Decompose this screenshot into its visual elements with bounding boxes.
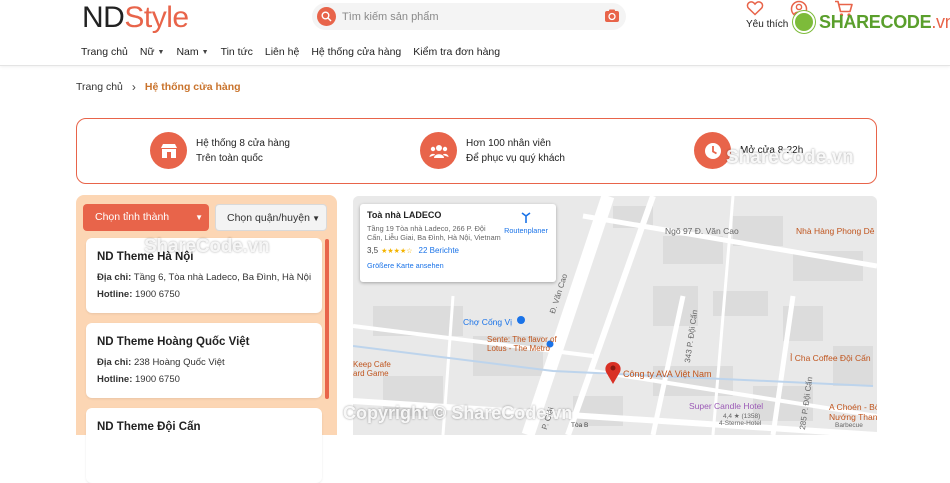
chevron-right-icon: › bbox=[131, 80, 136, 94]
sharecode-watermark-logo: SHARECODE.vn bbox=[793, 11, 950, 33]
feature-title: Hệ thống 8 cửa hàng bbox=[196, 137, 290, 149]
map-label: Keep Cafe bbox=[353, 360, 391, 369]
place-address: Tầng 19 Tòa nhà Ladeco, 266 P. Đội Cấn, … bbox=[367, 224, 501, 242]
search-input[interactable] bbox=[342, 8, 592, 25]
directions-icon bbox=[521, 212, 531, 223]
feature-stores: Hệ thống 8 cửa hàng Trên toàn quốc bbox=[150, 132, 290, 169]
place-rating: 3,5 ★★★★☆ 22 Berichte bbox=[367, 246, 459, 255]
store-name: ND Theme Đội Cấn bbox=[97, 421, 201, 433]
chevron-down-icon: ▼ bbox=[312, 214, 320, 223]
map-place-card: Toà nhà LADECO Tầng 19 Tòa nhà Ladeco, 2… bbox=[360, 204, 556, 282]
feature-staff: Hơn 100 nhân viên Để phục vụ quý khách bbox=[420, 132, 565, 169]
store-icon bbox=[150, 132, 187, 169]
map-label: Nhà Hàng Phong Dê bbox=[796, 226, 875, 236]
breadcrumb-home[interactable]: Trang chủ bbox=[76, 81, 123, 93]
people-icon bbox=[420, 132, 457, 169]
watermark-text-left: ShareCode.vn bbox=[144, 236, 270, 257]
map-label: Barbecue bbox=[835, 422, 863, 429]
store-list-scrollbar[interactable] bbox=[325, 239, 329, 399]
breadcrumb-current: Hệ thống cửa hàng bbox=[144, 81, 241, 93]
breadcrumb: Trang chủ › Hệ thống cửa hàng bbox=[76, 80, 241, 94]
nav-item-order-check[interactable]: Kiểm tra đơn hàng bbox=[413, 46, 500, 58]
heart-icon bbox=[746, 1, 764, 16]
chevron-down-icon: ▼ bbox=[157, 48, 165, 56]
store-card[interactable]: ND Theme Hoàng Quốc Việt Địa chỉ: 238 Ho… bbox=[86, 323, 322, 398]
store-map[interactable]: Ngõ 97 Đ. Văn Cao Nhà Hàng Phong Dê Chợ … bbox=[353, 196, 877, 435]
nav-item-news[interactable]: Tin tức bbox=[221, 46, 253, 58]
nav-item-men[interactable]: Nam ▼ bbox=[176, 46, 208, 58]
larger-map-link[interactable]: Größere Karte ansehen bbox=[367, 261, 556, 270]
province-select[interactable]: Chọn tỉnh thành ▼ bbox=[83, 204, 209, 231]
search-bar bbox=[312, 3, 626, 30]
watermark-brand: SHARECODE bbox=[819, 11, 932, 32]
store-name: ND Theme Hoàng Quốc Việt bbox=[97, 336, 250, 348]
feature-title: Hơn 100 nhân viên bbox=[466, 137, 551, 149]
place-reviews-link[interactable]: 22 Berichte bbox=[419, 246, 459, 255]
district-select[interactable]: Chọn quận/huyện ▼ bbox=[215, 204, 327, 231]
search-icon[interactable] bbox=[317, 7, 336, 26]
watermark-brand-suffix: .vn bbox=[931, 11, 950, 32]
map-label: Ỉ Cha Coffee Đội Cấn bbox=[790, 353, 871, 363]
chevron-down-icon: ▼ bbox=[195, 213, 203, 222]
store-hotline: Hotline: 1900 6750 bbox=[97, 289, 180, 300]
nav-item-stores[interactable]: Hệ thống cửa hàng bbox=[311, 46, 401, 58]
main-nav: Trang chủ Nữ ▼ Nam ▼ Tin tức Liên hệ Hệ th… bbox=[81, 46, 512, 58]
feature-subtitle: Trên toàn quốc bbox=[196, 152, 263, 164]
map-label: Tòa B bbox=[571, 422, 589, 429]
nav-item-women[interactable]: Nữ ▼ bbox=[140, 46, 165, 58]
watermark-text-right: ShareCode.vn bbox=[726, 147, 854, 168]
logo-text-nd: ND bbox=[82, 1, 125, 34]
nav-item-home[interactable]: Trang chủ bbox=[81, 46, 128, 58]
map-label: A Choén - Bò bbox=[829, 402, 877, 412]
map-label: Super Candle Hotel bbox=[689, 401, 764, 411]
star-rating-icon: ★★★★☆ bbox=[381, 248, 413, 255]
site-header: NDStyle Yêu thích SHARECODE.vn Trang chủ… bbox=[0, 0, 950, 66]
store-address: Địa chỉ: 238 Hoàng Quốc Việt bbox=[97, 357, 225, 368]
metro-station-icon bbox=[517, 316, 525, 324]
map-label: Nướng Than bbox=[829, 412, 877, 422]
nav-item-contact[interactable]: Liên hệ bbox=[265, 46, 299, 58]
store-list-panel: Chọn tỉnh thành ▼ Chọn quận/huyện ▼ ND The… bbox=[76, 195, 337, 483]
sharecode-logo-icon bbox=[793, 11, 815, 33]
camera-search-icon[interactable] bbox=[604, 8, 620, 29]
site-logo[interactable]: NDStyle bbox=[82, 0, 189, 36]
chevron-down-icon: ▼ bbox=[201, 48, 209, 56]
store-card[interactable]: ND Theme Đội Cấn bbox=[86, 408, 322, 483]
logo-text-style: Style bbox=[124, 1, 189, 34]
map-label: Chợ Cống Vị bbox=[463, 317, 513, 327]
store-hotline: Hotline: 1900 6750 bbox=[97, 374, 180, 385]
map-label: 4,4 ★ (1358) bbox=[723, 413, 761, 420]
map-label: 4-Sterne-Hotel bbox=[719, 420, 762, 427]
map-label: Lotus - The Metro bbox=[487, 344, 550, 353]
map-marker-label: Công ty AVA Việt Nam bbox=[623, 369, 712, 379]
store-address: Địa chỉ: Tầng 6, Tòa nhà Ladeco, Ba Đình… bbox=[97, 272, 312, 283]
map-label: Sente: The flavor of bbox=[487, 335, 557, 344]
map-label: Ngõ 97 Đ. Văn Cao bbox=[665, 226, 739, 236]
watermark-copyright: Copyright © ShareCode.vn bbox=[343, 403, 573, 423]
map-label: ard Game bbox=[353, 369, 389, 378]
feature-subtitle: Để phục vụ quý khách bbox=[466, 152, 565, 164]
wishlist-label: Yêu thích bbox=[746, 19, 789, 30]
route-planner-button[interactable]: Routenplaner bbox=[501, 212, 551, 235]
